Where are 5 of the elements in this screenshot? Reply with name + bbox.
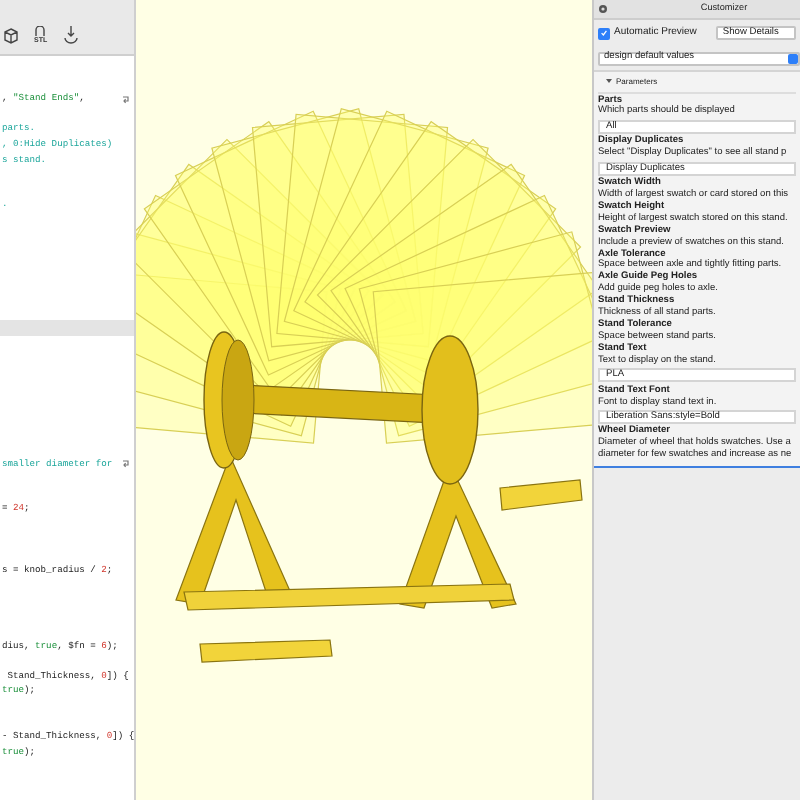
render-button[interactable]	[4, 28, 18, 44]
export-button[interactable]	[63, 26, 78, 44]
settings-icon[interactable]	[598, 4, 608, 14]
checkbox[interactable]	[598, 27, 610, 40]
caret-icon[interactable]	[606, 78, 612, 84]
